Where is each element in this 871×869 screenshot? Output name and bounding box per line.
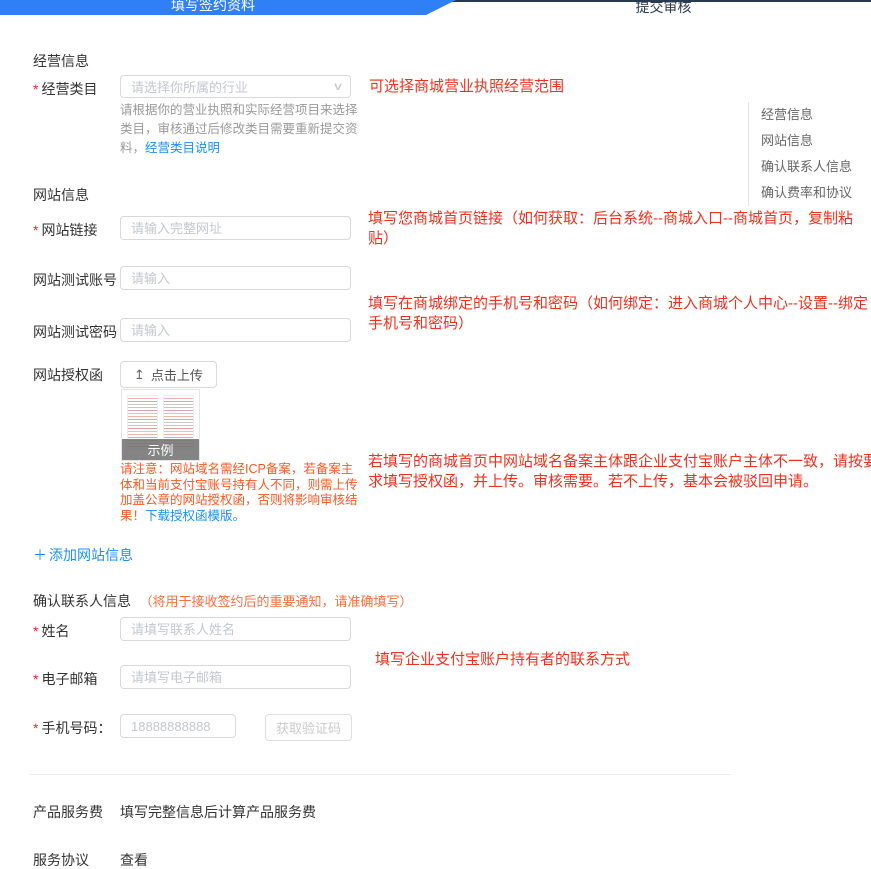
phone-input[interactable] (120, 714, 236, 738)
authorization-sample-thumbnail[interactable]: 示例 (121, 389, 200, 461)
step-submit-review-label: 提交审核 (456, 0, 871, 15)
service-fee-label: 产品服务费 (33, 802, 103, 822)
required-asterisk: * (33, 81, 38, 97)
anchor-nav: 经营信息 网站信息 确认联系人信息 确认费率和协议 (748, 102, 852, 206)
phone-label: *手机号码： (33, 718, 111, 738)
test-account-label: 网站测试账号 (33, 270, 117, 290)
anchor-nav-rate-agreement[interactable]: 确认费率和协议 (761, 180, 852, 206)
site-link-input[interactable] (120, 216, 351, 240)
anchor-nav-business-info[interactable]: 经营信息 (761, 102, 852, 128)
sample-caption: 示例 (122, 439, 199, 460)
step-fill-contract-info-label: 填写签约资料 (0, 0, 426, 15)
email-input[interactable] (120, 665, 351, 689)
contact-annotation: 填写企业支付宝账户持有者的联系方式 (375, 650, 630, 670)
step-bar: 提交审核 填写签约资料 (0, 0, 871, 15)
category-help-text: 请根据你的营业执照和实际经营项目来选择类目，审核通过后修改类目需要重新提交资料，… (120, 101, 362, 158)
authorization-letter-label: 网站授权函 (33, 365, 103, 385)
upload-button[interactable]: ↥ 点击上传 (120, 361, 217, 388)
add-website-label: 添加网站信息 (49, 547, 133, 563)
authorization-annotation: 若填写的商城首页中网站域名备案主体跟企业支付宝账户主体不一致，请按要求填写授权函… (368, 452, 871, 492)
anchor-nav-website-info[interactable]: 网站信息 (761, 128, 852, 154)
name-input[interactable] (120, 617, 351, 641)
category-annotation: 可选择商城营业执照经营范围 (369, 77, 564, 97)
plus-icon: ＋ (33, 547, 47, 563)
test-credentials-annotation: 填写在商城绑定的手机号和密码（如何绑定：进入商城个人中心--设置--绑定手机号和… (368, 294, 871, 334)
section-title-business-info: 经营信息 (33, 51, 89, 71)
signup-form-page: 提交审核 填写签约资料 经营信息 *经营类目 请选择你所属的行业 ∨ 可选择商城… (0, 0, 871, 869)
email-label: *电子邮箱 (33, 669, 97, 689)
upload-button-label: 点击上传 (151, 365, 203, 384)
section-title-website-info: 网站信息 (33, 185, 89, 205)
contact-title-note: （将用于接收签约后的重要通知，请准确填写） (139, 594, 412, 609)
authorization-note: 请注意：网站域名需经ICP备案，若备案主体和当前支付宝账号持有人不同，则需上传加… (120, 462, 362, 524)
test-password-input[interactable] (120, 318, 351, 342)
test-password-label: 网站测试密码 (33, 322, 117, 342)
upload-icon: ↥ (134, 368, 145, 381)
download-template-link[interactable]: 下载授权函模版。 (145, 509, 245, 523)
site-link-annotation: 填写您商城首页链接（如何获取：后台系统--商城入口--商城首页，复制粘贴） (368, 209, 871, 249)
get-verification-code-button[interactable]: 获取验证码 (265, 714, 352, 741)
category-label: *经营类目 (33, 79, 97, 99)
service-fee-value: 填写完整信息后计算产品服务费 (120, 802, 316, 822)
category-help-link[interactable]: 经营类目说明 (145, 141, 220, 155)
step-fill-contract-info[interactable]: 填写签约资料 (0, 0, 456, 15)
required-asterisk: * (33, 720, 38, 736)
required-asterisk: * (33, 222, 38, 238)
anchor-nav-contact-info[interactable]: 确认联系人信息 (761, 154, 852, 180)
category-select[interactable]: 请选择你所属的行业 ∨ (120, 75, 351, 98)
section-title-contact-info: 确认联系人信息 （将用于接收签约后的重要通知，请准确填写） (33, 591, 412, 611)
site-link-label: *网站链接 (33, 220, 97, 240)
required-asterisk: * (33, 623, 38, 639)
service-agreement-label: 服务协议 (33, 850, 89, 869)
section-divider (30, 774, 731, 775)
required-asterisk: * (33, 671, 38, 687)
category-select-placeholder: 请选择你所属的行业 (131, 77, 248, 96)
name-label: *姓名 (33, 621, 69, 641)
chevron-down-icon: ∨ (332, 80, 343, 93)
service-agreement-view-link[interactable]: 查看 (120, 850, 148, 869)
test-account-input[interactable] (120, 266, 351, 290)
add-website-link[interactable]: ＋添加网站信息 (33, 545, 133, 565)
